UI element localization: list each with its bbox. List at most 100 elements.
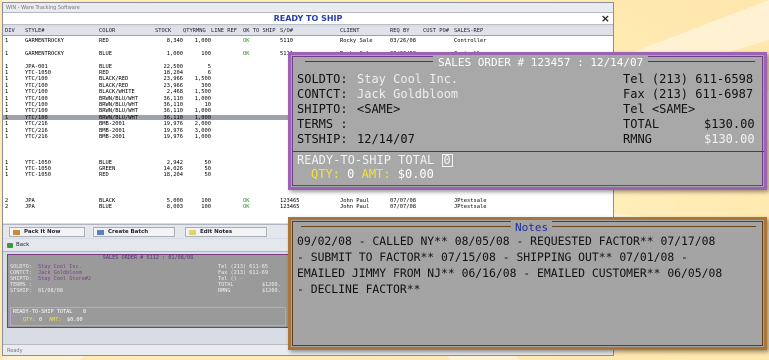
stship-value: 12/14/07: [357, 132, 415, 146]
rts-label: READY-TO-SHIP TOTAL: [297, 153, 435, 167]
table-cell: 03/26/08: [390, 38, 416, 44]
shipto-value: <SAME>: [357, 102, 401, 116]
col-header[interactable]: STYLE#: [25, 28, 44, 34]
table-row[interactable]: [3, 44, 613, 49]
qty-value: 0: [39, 317, 43, 323]
tel-value: Tel (213) 611-6598: [623, 72, 754, 86]
table-cell: BRWN/BLU/WHT: [99, 95, 138, 102]
notes-title: Notes: [511, 221, 553, 234]
small-sales-order-panel: SALES ORDER # 5112 : 01/08/08 SOLDTO: St…: [7, 254, 289, 328]
table-cell: YTC/100: [25, 102, 48, 108]
tel2-value: Tel <SAME>: [623, 102, 696, 116]
table-cell: 07/07/08: [390, 204, 416, 211]
notes-line: EMAILED JIMMY FROM NJ** 06/16/08 - EMAIL…: [297, 266, 723, 280]
table-cell: 1,000: [194, 108, 211, 115]
table-cell: OK: [243, 50, 250, 57]
table-cell: BMB-2001: [99, 127, 125, 134]
table-cell: 300: [201, 82, 211, 89]
table-cell: YTC/216: [25, 134, 48, 140]
notes-icon: [189, 230, 196, 235]
table-cell: YTC/100: [25, 89, 48, 96]
qty-amt-line: QTY: 0 AMT: $0.00: [311, 167, 434, 181]
table-cell: 1: [5, 159, 9, 166]
table-cell: 100: [201, 50, 211, 57]
stship-value: 01/08/08: [38, 288, 63, 294]
table-cell: 1,000: [194, 114, 211, 121]
col-header[interactable]: QTYRMNG: [183, 28, 206, 34]
table-row[interactable]: 2 JPA BLUE 8,003 100 OK 123465 John Paul 07/07/0…: [3, 204, 613, 211]
table-cell: BRWN/BLU/WHT: [99, 102, 138, 108]
table-cell: 5110: [280, 38, 293, 44]
sales-order-inner: SALES ORDER # 123457 : 12/14/07 SOLDTO: …: [292, 56, 764, 186]
table-cell: 1: [5, 172, 9, 179]
col-header[interactable]: SALES-REP: [454, 28, 483, 34]
qty-label: QTY:: [23, 317, 36, 323]
shipto-value: Stay Cool Store#2: [38, 276, 92, 282]
col-header[interactable]: LINE REF: [211, 28, 237, 34]
back-button[interactable]: Back: [6, 241, 29, 250]
table-cell: BLUE: [99, 63, 112, 70]
table-cell: GARMENTROCKY: [25, 38, 64, 44]
table-cell: 1,000: [194, 134, 211, 140]
table-cell: Rocky Sale: [340, 38, 373, 44]
col-header[interactable]: OK TO SHIP: [243, 28, 275, 34]
edit-notes-button[interactable]: Edit Notes: [185, 227, 267, 237]
table-cell: 6: [207, 70, 211, 76]
table-cell: OK: [243, 198, 250, 204]
table-cell: 1: [5, 127, 9, 134]
rts-divider: [293, 151, 764, 152]
table-cell: 1: [5, 63, 9, 70]
table-cell: 1: [5, 121, 9, 128]
table-cell: JPA-001: [25, 63, 48, 70]
col-header[interactable]: REQ BY: [390, 28, 409, 34]
rmng-value: $1200.: [262, 288, 281, 294]
table-cell: 1: [5, 38, 9, 44]
notes-inner: Notes 09/02/08 - CALLED NY** 08/05/08 - …: [292, 221, 763, 346]
table-cell: 2: [5, 204, 9, 211]
table-cell: 1: [5, 166, 9, 172]
notes-panel: Notes 09/02/08 - CALLED NY** 08/05/08 - …: [288, 217, 767, 350]
table-cell: 1: [5, 50, 9, 57]
rts-value: 0: [441, 153, 453, 167]
table-cell: 1: [5, 82, 9, 89]
table-cell: BLACK/RED: [99, 82, 129, 89]
close-icon[interactable]: ×: [601, 12, 610, 25]
table-cell: 1,500: [194, 76, 211, 83]
table-row[interactable]: 2 JPA BLACK 5,000 100 OK 123465 John Paul 07/07/…: [3, 198, 613, 204]
contct-value: Jack Goldbloom: [357, 87, 459, 101]
table-cell: 1: [5, 76, 9, 83]
table-row[interactable]: 1 GARMENTROCKY RED 8,340 1,000 OK 5110 Rocky Sa…: [3, 38, 613, 44]
small-rts-box: READY-TO-SHIP TOTAL 0 QTY: 0 AMT: $0.00: [10, 307, 286, 326]
table-cell: YTC/100: [25, 82, 48, 89]
table-cell: 1: [5, 95, 9, 102]
col-header[interactable]: CLIENT: [340, 28, 359, 34]
fax-value: Fax (213) 611-6987: [623, 87, 754, 101]
table-cell: 123465: [280, 198, 300, 204]
table-cell: YTC/100: [25, 114, 48, 121]
terms-label: TERMS :: [297, 117, 348, 131]
col-header[interactable]: COLOR: [99, 28, 115, 34]
table-cell: YTC-1050: [25, 159, 51, 166]
table-cell: YTC/100: [25, 108, 48, 115]
col-header[interactable]: DIV: [5, 28, 15, 34]
notes-line: 09/02/08 - CALLED NY** 08/05/08 - REQUES…: [297, 234, 716, 248]
table-cell: BLUE: [99, 204, 112, 211]
table-cell: YTC-1050: [25, 70, 51, 76]
table-cell: John Paul: [340, 204, 370, 211]
col-header[interactable]: STOCK: [155, 28, 171, 34]
table-cell: BLACK: [99, 198, 116, 204]
col-header[interactable]: S/O#: [280, 28, 293, 34]
pack-it-now-button[interactable]: Pack It Now: [9, 227, 85, 237]
table-row[interactable]: [3, 192, 613, 197]
col-header[interactable]: CUST PO#: [423, 28, 449, 34]
stship-label: STSHIP:: [10, 288, 32, 294]
rmng-value: $130.00: [704, 132, 755, 146]
table-cell: 2: [5, 198, 9, 204]
table-cell: 07/07/08: [390, 198, 416, 204]
table-cell: 1: [5, 102, 9, 108]
create-batch-button[interactable]: Create Batch: [93, 227, 175, 237]
back-label: Back: [16, 242, 30, 248]
table-cell: BLACK/RED: [99, 76, 129, 83]
table-cell: 50: [204, 172, 212, 179]
amt-label: AMT:: [361, 167, 391, 181]
